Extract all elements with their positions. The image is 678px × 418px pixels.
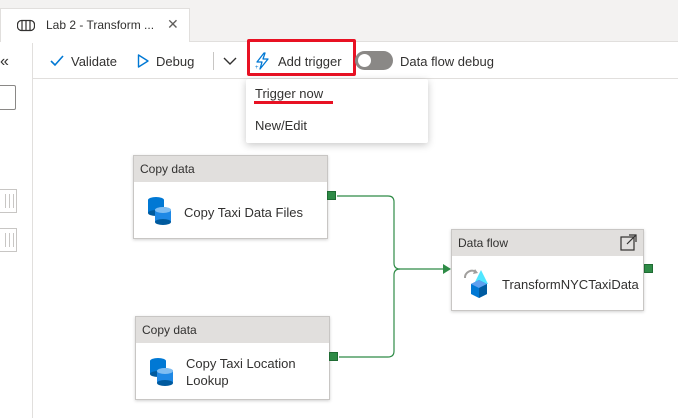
activity-name: Copy Taxi Location Lookup — [186, 356, 296, 388]
chevron-down-icon — [223, 57, 237, 65]
pipeline-icon — [16, 19, 36, 32]
pipeline-tab[interactable]: Lab 2 - Transform ... ✕ — [0, 8, 190, 42]
debug-dropdown-button[interactable] — [223, 43, 244, 79]
toggle-knob — [358, 54, 371, 67]
activity-transform-nyc-taxi-data[interactable]: Data flow TransformNYCTaxiData — [451, 229, 644, 311]
activity-copy-taxi-location-lookup[interactable]: Copy data Copy Taxi Location Lookup — [135, 316, 330, 400]
activity-name: TransformNYCTaxiData — [502, 277, 639, 292]
menu-item-new-edit[interactable]: New/Edit — [255, 118, 307, 133]
add-trigger-button[interactable]: + Add trigger — [255, 43, 342, 79]
database-icon — [147, 196, 173, 229]
database-icon — [149, 357, 175, 390]
data-flow-icon — [462, 266, 494, 303]
menu-item-trigger-now[interactable]: Trigger now — [255, 86, 323, 101]
success-output-port[interactable] — [327, 191, 336, 200]
tab-bar: Lab 2 - Transform ... ✕ — [0, 0, 678, 42]
success-output-port[interactable] — [644, 264, 653, 273]
pipeline-toolbar: Validate Debug + Add trigger Data flow d… — [33, 39, 678, 79]
rail-grip-handle[interactable] — [0, 228, 17, 252]
validate-label: Validate — [71, 53, 118, 69]
data-flow-debug-label: Data flow debug — [400, 53, 494, 69]
open-external-icon[interactable] — [620, 234, 637, 254]
svg-text:+: + — [255, 65, 259, 70]
add-trigger-label: Add trigger — [278, 53, 342, 69]
lightning-icon: + — [255, 52, 269, 70]
close-icon[interactable]: ✕ — [167, 16, 179, 33]
activity-type-label: Data flow — [452, 230, 643, 256]
rail-grip-handle[interactable] — [0, 189, 17, 213]
checkmark-icon — [50, 55, 64, 67]
success-output-port[interactable] — [329, 352, 338, 361]
rail-search-box[interactable] — [0, 85, 16, 110]
connector-copy1-to-dataflow — [337, 195, 444, 270]
activity-type-label: Copy data — [134, 156, 327, 182]
debug-button[interactable]: Debug — [137, 43, 194, 79]
debug-label: Debug — [156, 53, 195, 69]
toolbar-separator — [213, 52, 214, 70]
annotation-underline — [254, 101, 333, 104]
connector-copy2-to-dataflow — [339, 268, 401, 358]
play-icon — [137, 54, 149, 68]
collapse-panel-icon[interactable]: « — [0, 53, 9, 71]
add-trigger-menu: Trigger now New/Edit — [246, 79, 428, 143]
left-rail: « — [0, 43, 33, 418]
activity-name: Copy Taxi Data Files — [184, 205, 303, 220]
validate-button[interactable]: Validate — [50, 43, 117, 79]
connector-arrowhead — [443, 264, 451, 274]
activity-type-label: Copy data — [136, 317, 329, 343]
data-flow-debug-toggle[interactable] — [355, 51, 393, 70]
activity-copy-taxi-data-files[interactable]: Copy data Copy Taxi Data Files — [133, 155, 328, 239]
tab-title: Lab 2 - Transform ... — [46, 18, 155, 32]
